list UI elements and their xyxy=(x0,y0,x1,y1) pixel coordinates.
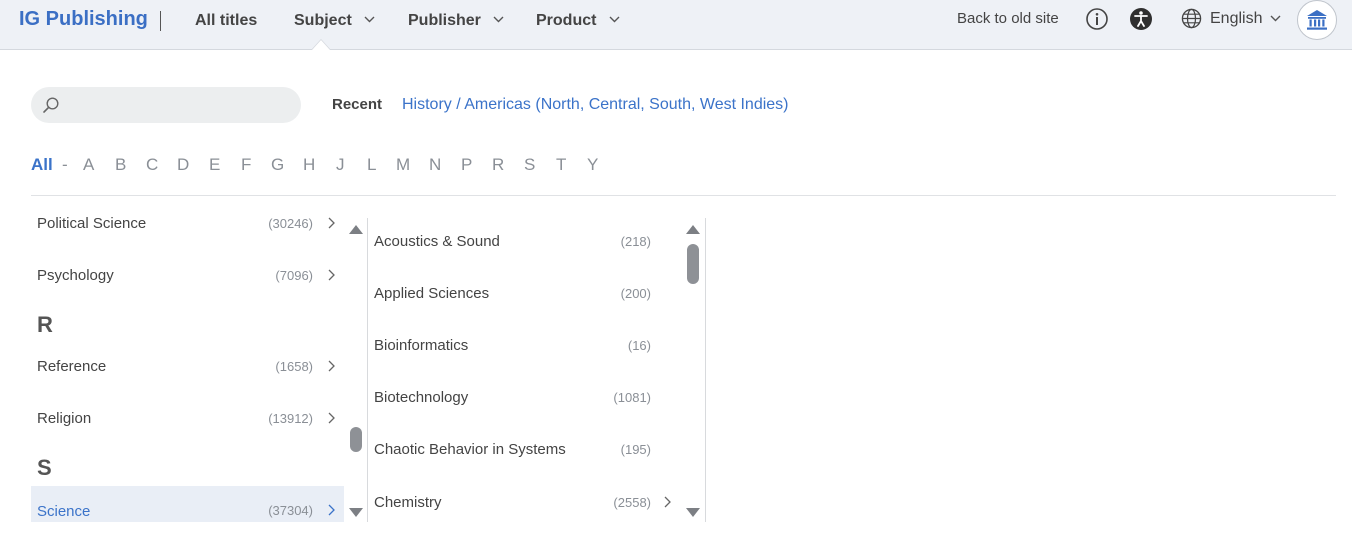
column-divider xyxy=(705,218,706,522)
letter-heading-r: R xyxy=(37,312,53,337)
subject-dropdown-pointer-fill xyxy=(312,40,330,50)
subject-item-count: (37304) xyxy=(268,503,313,518)
subsubject-item-count: (195) xyxy=(620,442,651,457)
alpha-letter[interactable]: B xyxy=(115,155,126,175)
nav-subject-label: Subject xyxy=(294,12,352,29)
chevron-right-icon xyxy=(664,496,671,508)
subject-item-label: Religion xyxy=(37,410,92,427)
subject-search-input[interactable] xyxy=(31,87,301,123)
logo-divider xyxy=(160,11,161,31)
scrollbar-thumb[interactable] xyxy=(687,244,699,284)
nav-publisher-label: Publisher xyxy=(408,12,481,29)
subsubject-item-count: (218) xyxy=(620,234,651,249)
scroll-down-arrow-icon[interactable] xyxy=(686,508,700,517)
subject-item-reference[interactable]: Reference (1658) xyxy=(31,349,344,386)
top-navigation-bar: IG Publishing All titles Subject Publish… xyxy=(0,0,1352,50)
subsubject-item[interactable]: Chemistry (2558) xyxy=(368,485,680,522)
subsubject-item[interactable]: Applied Sciences (200) xyxy=(368,276,680,313)
scroll-down-arrow-icon[interactable] xyxy=(349,508,363,517)
alpha-letter[interactable]: J xyxy=(336,155,345,175)
subject-item-count: (30246) xyxy=(268,216,313,231)
alpha-letter[interactable]: G xyxy=(271,155,284,175)
subsubject-item-label: Acoustics & Sound xyxy=(374,233,500,250)
language-selector[interactable]: English xyxy=(1181,8,1289,29)
subsubject-item[interactable]: Acoustics & Sound (218) xyxy=(368,224,680,261)
nav-publisher[interactable]: Publisher xyxy=(408,12,504,30)
alpha-letter[interactable]: N xyxy=(429,155,441,175)
scrollbar-thumb[interactable] xyxy=(350,427,362,452)
alpha-letter[interactable]: P xyxy=(461,155,472,175)
nav-product[interactable]: Product xyxy=(536,12,620,30)
chevron-right-icon xyxy=(328,504,335,516)
chevron-down-icon xyxy=(1270,15,1281,22)
subject-list-scrollbar[interactable] xyxy=(345,218,367,522)
chevron-down-icon xyxy=(364,16,375,23)
nav-product-label: Product xyxy=(536,12,597,29)
subject-item-count: (13912) xyxy=(268,411,313,426)
alphabet-divider xyxy=(31,195,1336,196)
alpha-all[interactable]: All xyxy=(31,155,53,175)
institution-icon xyxy=(1307,10,1327,30)
accessibility-icon[interactable] xyxy=(1129,7,1153,31)
chevron-down-icon xyxy=(609,16,620,23)
chevron-right-icon xyxy=(328,360,335,372)
alpha-letter[interactable]: L xyxy=(367,155,376,175)
alpha-letter[interactable]: M xyxy=(396,155,410,175)
subject-item-science[interactable]: Science (37304) xyxy=(31,486,344,522)
subject-item-political-science[interactable]: Political Science (30246) xyxy=(31,206,344,243)
alpha-letter[interactable]: S xyxy=(524,155,535,175)
subsubject-item-count: (1081) xyxy=(613,390,651,405)
subject-item-label: Science xyxy=(37,503,91,520)
alpha-letter[interactable]: A xyxy=(83,155,94,175)
alpha-letter[interactable]: F xyxy=(241,155,251,175)
alpha-letter[interactable]: E xyxy=(209,155,220,175)
subsubject-item-label: Chemistry xyxy=(374,494,442,511)
chevron-right-icon xyxy=(328,269,335,281)
subject-item-count: (1658) xyxy=(275,359,313,374)
subsubject-item-label: Bioinformatics xyxy=(374,337,469,354)
chevron-right-icon xyxy=(328,412,335,424)
scroll-up-arrow-icon[interactable] xyxy=(686,225,700,234)
subsubject-item-count: (16) xyxy=(627,338,651,353)
subsubject-list-scrollbar[interactable] xyxy=(682,218,704,522)
subsubject-list: Acoustics & Sound (218) Applied Sciences… xyxy=(368,218,680,522)
alpha-letter[interactable]: H xyxy=(303,155,315,175)
subject-item-label: Political Science xyxy=(37,215,147,232)
nav-subject[interactable]: Subject xyxy=(294,12,375,30)
subsubject-item[interactable]: Chaotic Behavior in Systems (195) xyxy=(368,432,680,469)
subject-list: Political Science (30246) Psychology (70… xyxy=(31,200,344,522)
subject-item-psychology[interactable]: Psychology (7096) xyxy=(31,258,344,295)
nav-all-titles[interactable]: All titles xyxy=(195,12,257,30)
alpha-letter[interactable]: R xyxy=(492,155,504,175)
subsubject-item-label: Biotechnology xyxy=(374,389,469,406)
subsubject-item-label: Chaotic Behavior in Systems xyxy=(374,441,566,458)
subject-item-religion[interactable]: Religion (13912) xyxy=(31,401,344,438)
subsubject-item[interactable]: Biotechnology (1081) xyxy=(368,380,680,417)
recent-label: Recent xyxy=(332,96,383,113)
back-to-old-site-link[interactable]: Back to old site xyxy=(957,10,1059,27)
subsubject-item-count: (2558) xyxy=(613,495,651,510)
subsubject-item-count: (200) xyxy=(620,286,651,301)
alpha-letter[interactable]: T xyxy=(556,155,566,175)
alpha-letter[interactable]: D xyxy=(177,155,189,175)
globe-icon xyxy=(1181,8,1202,29)
subsubject-item-label: Applied Sciences xyxy=(374,285,490,302)
alpha-separator: - xyxy=(62,155,68,174)
subsubject-item[interactable]: Bioinformatics (16) xyxy=(368,328,680,365)
subject-item-label: Reference xyxy=(37,358,107,375)
alpha-letter[interactable]: C xyxy=(146,155,158,175)
subject-item-label: Psychology xyxy=(37,267,114,284)
alpha-letter[interactable]: Y xyxy=(587,155,598,175)
chevron-right-icon xyxy=(328,217,335,229)
institution-button[interactable] xyxy=(1297,0,1337,40)
chevron-down-icon xyxy=(493,16,504,23)
site-logo[interactable]: IG Publishing xyxy=(19,8,148,31)
recent-subject-link[interactable]: History / Americas (North, Central, Sout… xyxy=(402,96,789,114)
info-icon[interactable] xyxy=(1085,7,1109,31)
letter-heading-s: S xyxy=(37,455,52,480)
language-label: English xyxy=(1210,9,1263,27)
subject-item-count: (7096) xyxy=(275,268,313,283)
nav-all-titles-label: All titles xyxy=(195,12,258,29)
scroll-up-arrow-icon[interactable] xyxy=(349,225,363,234)
